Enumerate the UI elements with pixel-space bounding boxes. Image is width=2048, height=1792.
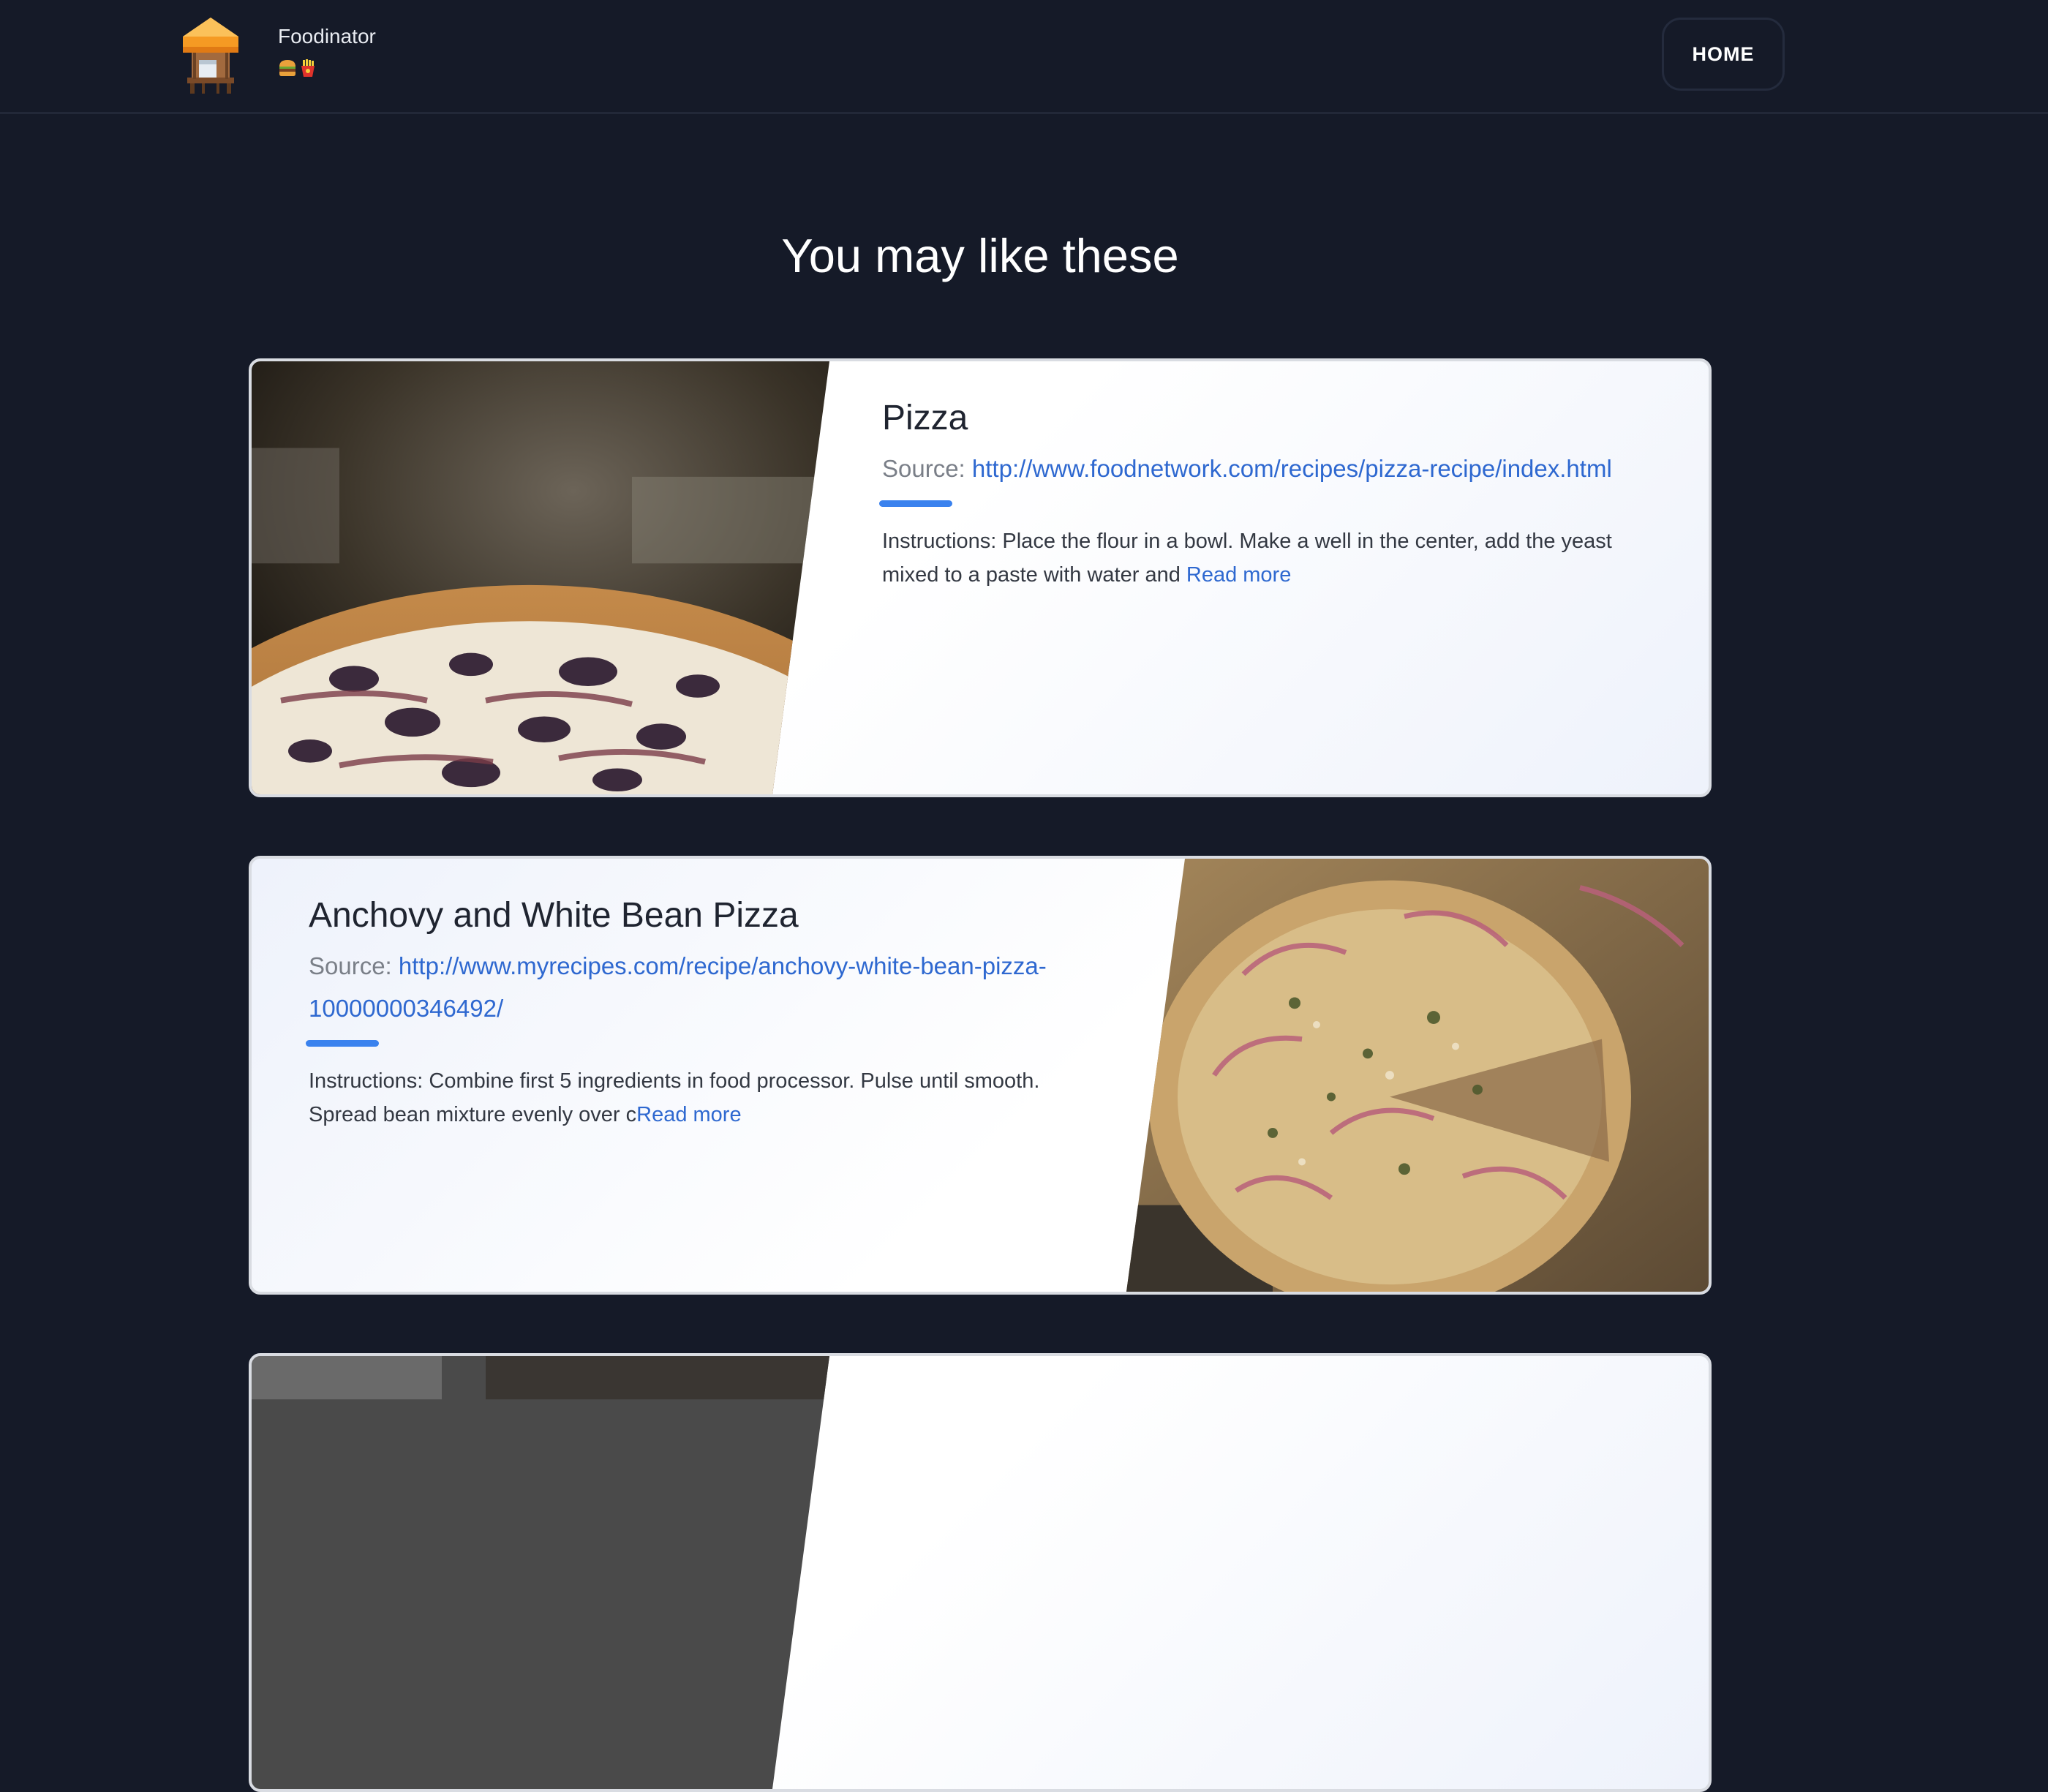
recipe-card[interactable]: Pizza Source: http://www.foodnetwork.com… (249, 358, 1712, 797)
home-button[interactable]: HOME (1662, 18, 1785, 91)
page-title: You may like these (781, 229, 1179, 282)
source-link[interactable]: http://www.foodnetwork.com/recipes/pizza… (972, 455, 1612, 482)
brand-emojis (278, 59, 322, 80)
recipe-details: Pizza Source: http://www.foodnetwork.com… (879, 396, 1672, 592)
accent-divider (879, 500, 952, 507)
read-more-link[interactable]: Read more (1186, 563, 1291, 587)
source-label: Source: (309, 952, 399, 979)
fries-icon (301, 59, 315, 77)
brand-name: Foodinator (278, 25, 376, 48)
recipe-source: Source: http://www.foodnetwork.com/recip… (882, 448, 1672, 490)
recipe-title: Pizza (882, 399, 968, 437)
recipe-card[interactable] (249, 1353, 1712, 1792)
recipe-image[interactable] (252, 361, 837, 794)
accent-divider (306, 1040, 379, 1047)
recipe-source: Source: http://www.myrecipes.com/recipe/… (309, 945, 1084, 1030)
recipe-image[interactable] (1126, 859, 1712, 1292)
source-link[interactable]: http://www.myrecipes.com/recipe/anchovy-… (309, 952, 1047, 1022)
recipe-details: Anchovy and White Bean Pizza Source: htt… (306, 894, 1084, 1132)
top-navbar: Foodinator HOME (0, 0, 2048, 114)
recipe-image[interactable] (252, 1356, 837, 1789)
burger-icon (279, 60, 295, 76)
recipe-instructions: Instructions: Place the flour in a bowl.… (882, 524, 1672, 592)
recipe-title: Anchovy and White Bean Pizza (309, 896, 799, 935)
source-label: Source: (882, 455, 972, 482)
recipe-instructions: Instructions: Combine first 5 ingredient… (309, 1064, 1084, 1132)
recipe-card[interactable]: Anchovy and White Bean Pizza Source: htt… (249, 856, 1712, 1295)
food-stand-logo-icon[interactable] (180, 15, 241, 94)
read-more-link[interactable]: Read more (636, 1103, 741, 1126)
